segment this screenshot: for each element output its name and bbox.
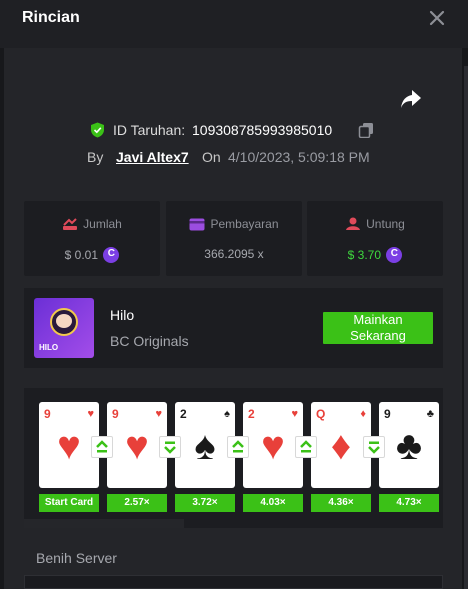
by-label: By [87,149,104,165]
stat-payout-label: Pembayaran [210,217,279,231]
card-rank: Q [316,407,326,421]
playing-card: 2 ♥ ♥ [243,402,303,488]
stat-profit-label: Untung [366,217,405,231]
share-icon[interactable] [399,88,423,110]
bet-author-row: By Javi Altex7 On 4/10/2023, 5:09:18 PM [0,147,468,167]
multiplier-badge: 2.57× [107,494,167,512]
multiplier-badge: 3.72× [175,494,235,512]
coin-icon [386,247,403,263]
multiplier-badge: Start Card [39,494,99,512]
card-rank: 9 [112,407,119,421]
play-now-button[interactable]: Mainkan Sekarang [323,312,433,344]
bet-date: 4/10/2023, 5:09:18 PM [228,149,370,165]
card-rank: 2 [248,407,255,421]
bet-id-row: ID Taruhan: 109308785993985010 [0,120,468,140]
dialog-header: Rincian [0,0,468,48]
bet-id-label: ID Taruhan: [113,122,186,138]
bet-amount-icon [63,218,78,230]
multiplier-badge: 4.03× [243,494,303,512]
profit-icon [346,217,361,230]
game-name: Hilo [110,307,135,323]
playing-card: 9 ♥ ♥ [39,402,99,488]
stat-amount: Jumlah $ 0.01 [24,201,160,276]
stat-amount-label: Jumlah [83,217,122,231]
higher-arrow-icon [91,436,113,458]
stat-profit-value: $ 3.70 [347,248,382,262]
playing-card: 2 ♠ ♠ [175,402,235,488]
card-suit-small: ♥ [87,408,94,420]
game-card: HILO Hilo BC Originals Mainkan Sekarang [24,288,443,368]
card-rank: 9 [384,407,391,421]
playing-card: 9 ♥ ♥ [107,402,167,488]
scrollbar[interactable] [464,66,468,589]
payout-card-icon [189,218,205,231]
bet-id-value: 109308785993985010 [192,122,333,138]
server-seed-field[interactable] [24,575,443,589]
card-history: 9 ♥ ♥ Start Card 9 ♥ ♥ 2.57× 2 ♠ ♠ 3.72× 2 ♥ ♥ 4.03× Q ♦ ♦… [24,388,443,528]
playing-card: 9 ♣ ♣ [379,402,439,488]
on-label: On [202,149,221,165]
stat-amount-value: $ 0.01 [64,248,99,262]
card-suit-icon: ♣ [395,424,423,468]
card-suit-icon: ♥ [261,424,285,468]
card-suit-small: ♣ [426,408,434,420]
history-scroll-track[interactable] [24,519,184,528]
higher-arrow-icon [227,436,249,458]
multiplier-badge: 4.36× [311,494,371,512]
game-provider: BC Originals [110,333,189,349]
multiplier-badge: 4.73× [379,494,439,512]
card-suit-icon: ♠ [194,424,216,468]
card-suit-small: ♥ [155,408,162,420]
lower-arrow-icon [159,436,181,458]
coin-icon [103,247,120,263]
stat-payout: Pembayaran 366.2095 x [166,201,302,276]
dialog-title: Rincian [22,9,80,26]
higher-arrow-icon [295,436,317,458]
card-suit-icon: ♦ [330,424,352,468]
card-suit-icon: ♥ [57,424,81,468]
card-rank: 9 [44,407,51,421]
card-rank: 2 [180,407,187,421]
stat-profit: Untung $ 3.70 [307,201,443,276]
card-suit-small: ♠ [224,408,230,420]
hilo-thumbnail[interactable]: HILO [34,298,94,358]
copy-icon[interactable] [358,122,374,138]
username-link[interactable]: Javi Altex7 [116,149,189,165]
verified-shield-icon [91,122,104,138]
close-icon[interactable] [428,9,446,27]
card-suit-small: ♦ [360,408,366,420]
card-suit-small: ♥ [291,408,298,420]
stat-payout-value: 366.2095 x [204,247,264,261]
server-seed-label: Benih Server [36,550,117,566]
card-suit-icon: ♥ [125,424,149,468]
thumbnail-logo-text: HILO [39,343,59,352]
playing-card: Q ♦ ♦ [311,402,371,488]
lower-arrow-icon [363,436,385,458]
